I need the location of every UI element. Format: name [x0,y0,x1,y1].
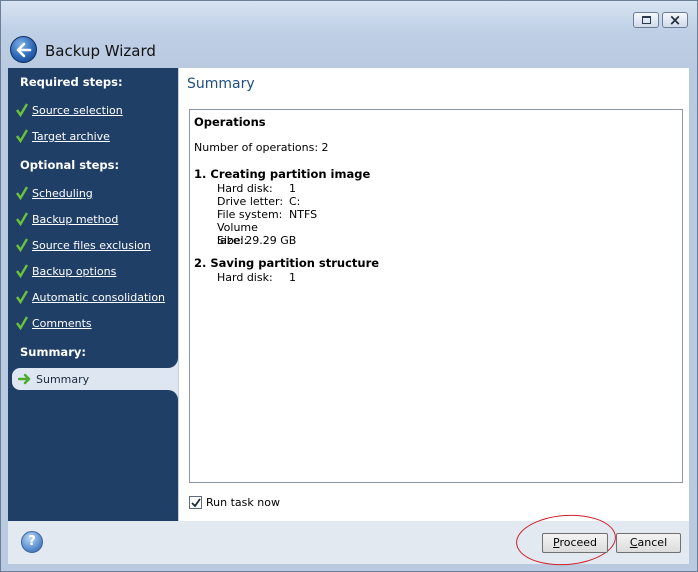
button-bar: ? Proceed Cancel [8,511,689,569]
field-value: 1 [289,182,296,195]
operation-title: 1. Creating partition image [194,167,371,181]
proceed-button[interactable]: Proceed [542,533,608,553]
hard-disk-row: Hard disk: 1 [217,271,678,284]
checkmark-icon [16,290,28,304]
sidebar-item-label: Summary [36,372,90,386]
operations-heading: Operations [194,115,266,129]
checkmark-icon [16,129,28,143]
restore-icon [642,16,651,24]
operation-2: 2. Saving partition structure Hard disk:… [194,256,678,284]
sidebar-item-summary[interactable]: Summary [12,368,178,390]
field-value: 1 [289,271,296,284]
wizard-sidebar: Required steps: Source selection Target … [8,68,178,521]
field-value: C: [289,195,301,208]
sidebar-item-target-archive[interactable]: Target archive [16,128,110,144]
window-title: Backup Wizard [45,42,156,60]
sidebar-item-backup-options[interactable]: Backup options [16,263,116,279]
close-icon: × [668,11,682,29]
selection-curve [166,390,178,400]
operation-title: 2. Saving partition structure [194,256,380,270]
sidebar-item-comments[interactable]: Comments [16,315,92,331]
field-label: Size: [217,234,244,247]
sidebar-item-backup-method[interactable]: Backup method [16,211,118,227]
checkmark-icon [16,316,28,330]
cancel-button[interactable]: Cancel [616,533,681,553]
sidebar-item-automatic-consolidation[interactable]: Automatic consolidation [16,289,165,305]
sidebar-item-source-selection[interactable]: Source selection [16,102,123,118]
optional-steps-heading: Optional steps: [20,158,120,172]
checkmark-icon [16,212,28,226]
field-value: NTFS [289,208,318,221]
field-label: Volume label: [217,221,258,247]
field-label: Hard disk: [217,271,273,284]
file-system-row: File system: NTFS [217,208,678,221]
sidebar-item-label: Source selection [32,103,123,117]
page-title: Summary [187,76,255,92]
run-task-now-label: Run task now [206,496,280,509]
content-panel: Summary Operations Number of operations:… [178,68,689,521]
help-icon: ? [28,534,36,549]
sidebar-item-label: Target archive [32,129,110,143]
sidebar-item-label: Backup options [32,264,117,278]
checkbox-check-icon [191,498,201,508]
mnemonic: C [629,536,638,549]
operation-1: 1. Creating partition image Hard disk: 1… [194,167,678,247]
arrow-right-icon [18,373,31,385]
field-value: 29.29 GB [245,234,297,247]
summary-heading: Summary: [20,345,86,359]
summary-box: Operations Number of operations: 2 1. Cr… [189,109,683,483]
button-label: roceed [559,536,598,549]
sidebar-item-scheduling[interactable]: Scheduling [16,185,93,201]
sidebar-item-label: Backup method [32,212,119,226]
required-steps-heading: Required steps: [20,75,123,89]
close-button[interactable]: × [662,11,688,29]
sidebar-item-label: Comments [32,316,92,330]
button-label: ancel [637,536,668,549]
drive-letter-row: Drive letter: C: [217,195,678,208]
sidebar-item-label: Source files exclusion [32,238,151,252]
sidebar-item-label: Automatic consolidation [32,290,166,304]
checkmark-icon [16,186,28,200]
field-label: Drive letter: [217,195,284,208]
help-button[interactable]: ? [21,531,43,553]
field-label: File system: [217,208,283,221]
sidebar-item-source-files-exclusion[interactable]: Source files exclusion [16,237,151,253]
restore-button[interactable] [633,12,659,28]
sidebar-item-label: Scheduling [32,186,93,200]
size-row: Size: 29.29 GB [217,234,678,247]
back-arrow-icon [16,42,32,58]
volume-label-row: Volume label: [217,221,678,247]
selection-curve [166,358,178,368]
run-task-now-checkbox[interactable] [189,496,202,509]
hard-disk-row: Hard disk: 1 [217,182,678,195]
back-button[interactable] [10,36,37,63]
checkmark-icon [16,238,28,252]
run-task-now-option[interactable]: Run task now [189,496,280,509]
checkmark-icon [16,264,28,278]
operations-count: Number of operations: 2 [194,141,329,154]
field-label: Hard disk: [217,182,273,195]
checkmark-icon [16,103,28,117]
